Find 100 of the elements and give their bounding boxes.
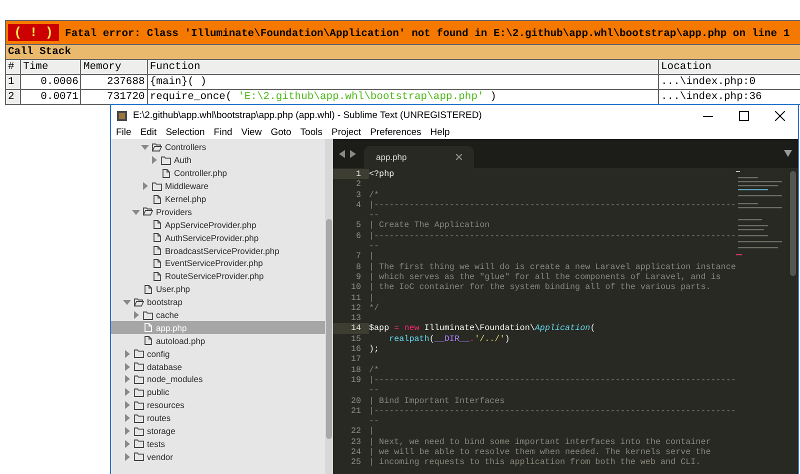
file-icon	[161, 168, 171, 178]
menu-item[interactable]: Edit	[140, 127, 157, 138]
tree-item[interactable]: resources	[111, 398, 325, 412]
code-line: |------------------------------------------------------------------------	[369, 230, 736, 242]
right-arrow-icon[interactable]	[349, 150, 356, 158]
tree-item[interactable]: public	[111, 386, 325, 399]
code-line: |------------------------------------------------------------------------	[369, 406, 736, 416]
file-tab[interactable]: app.php	[364, 146, 474, 168]
line-number: 23	[350, 436, 362, 448]
code-line: /*	[369, 190, 380, 200]
line-number: 9	[354, 272, 362, 282]
scrollbar[interactable]	[325, 139, 333, 474]
tree-item[interactable]: bootstrap	[111, 296, 325, 309]
line-number: 10	[350, 282, 362, 293]
line-number: 1	[333, 169, 369, 180]
menu-item[interactable]: Preferences	[370, 127, 422, 138]
tree-item[interactable]: routes	[111, 412, 325, 425]
line-number: 21	[350, 406, 362, 416]
tree-item[interactable]: RouteServiceProvider.php	[111, 270, 325, 283]
tree-item[interactable]: tests	[111, 437, 325, 450]
tree-item[interactable]: cache	[111, 308, 325, 322]
tree-item[interactable]: database	[111, 360, 325, 374]
menu-item[interactable]: Selection	[166, 127, 205, 138]
line-number: 7	[354, 251, 362, 262]
menu-item[interactable]: Project	[331, 127, 362, 138]
file-icon	[152, 272, 162, 281]
code-line: | The first thing we will do is create a new Laravel application instance	[369, 262, 736, 272]
caret-down-icon[interactable]	[132, 208, 140, 216]
tree-item[interactable]: vendor	[111, 450, 325, 464]
column-header: Memory	[80, 60, 148, 74]
code-line: |------------------------------------------------------------------------	[369, 200, 736, 210]
caret-right-icon[interactable]	[141, 182, 149, 190]
tree-item[interactable]: Providers	[111, 205, 325, 218]
menu-item[interactable]: Find	[214, 127, 232, 138]
code-line: <?php	[369, 169, 394, 180]
file-icon	[143, 336, 153, 346]
caret-right-icon[interactable]	[132, 311, 140, 320]
caret-down-icon[interactable]	[141, 143, 149, 152]
menu-item[interactable]: Tools	[300, 127, 322, 138]
code-line: | we will be able to resolve them when needed. The kernels serve the	[369, 447, 711, 458]
tree-item[interactable]: AuthServiceProvider.php	[111, 231, 325, 244]
code-line: | the IoC container for the system binding all of the various parts.	[369, 282, 711, 293]
tree-item[interactable]: storage	[111, 424, 325, 438]
column-header: Location	[658, 60, 800, 74]
code-line: |------------------------------------------------------------------------	[369, 374, 736, 386]
caret-down-icon[interactable]	[123, 298, 131, 306]
close-icon[interactable]	[456, 154, 462, 160]
line-number: 13	[350, 313, 362, 324]
code-line: --	[369, 241, 380, 252]
line-number: 24	[350, 447, 362, 458]
error-badge: ( ! )	[8, 24, 60, 41]
line-number: 4	[354, 200, 362, 210]
table-cell: ...\index.php:0	[658, 74, 800, 90]
code-line: | which serves as the "glue" for all the components of Laravel, and is	[369, 272, 721, 282]
tree-item[interactable]: Middleware	[111, 180, 325, 193]
code-line: | Create The Application	[369, 220, 490, 231]
left-arrow-icon[interactable]	[339, 150, 346, 158]
file-icon	[152, 258, 162, 268]
column-header: Function	[147, 60, 658, 74]
folder-icon	[152, 182, 162, 191]
tree-item[interactable]: EventServiceProvider.php	[111, 257, 325, 270]
tree-item[interactable]: config	[111, 347, 325, 360]
menu-item[interactable]: Goto	[270, 127, 292, 138]
line-number: 22	[350, 426, 362, 437]
tree-item[interactable]: Auth	[111, 154, 325, 167]
file-icon	[143, 323, 153, 332]
folder-icon	[161, 156, 171, 165]
caret-down-icon[interactable]	[784, 150, 792, 157]
tree-item[interactable]: Kernel.php	[111, 192, 325, 206]
code-line: --	[369, 210, 380, 220]
code-line: | incoming requests to this application from both the web and CLI.	[369, 457, 701, 468]
table-cell: {main}( )	[147, 74, 658, 90]
table-cell: 1	[6, 74, 21, 90]
tree-item[interactable]: Controller.php	[111, 166, 325, 180]
line-number: 19	[350, 374, 362, 386]
code-line: --	[369, 416, 380, 426]
column-header: #	[6, 60, 21, 74]
code-line: | Next, we need to bind some important interfaces into the container	[369, 436, 711, 448]
caret-right-icon[interactable]	[150, 156, 158, 164]
open-folder-icon	[152, 142, 162, 152]
table-cell: 0.0071	[20, 90, 81, 104]
line-number: 3	[354, 190, 362, 200]
tree-item[interactable]: Controllers	[111, 141, 325, 154]
file-icon	[143, 284, 153, 294]
tree-item[interactable]: AppServiceProvider.php	[111, 218, 325, 232]
table-cell: 0.0006	[20, 74, 81, 90]
tree-item[interactable]: autoload.php	[111, 334, 325, 348]
file-icon	[152, 233, 162, 242]
table-cell: 2	[6, 90, 21, 104]
line-number: 11	[350, 292, 362, 303]
menu-item[interactable]: View	[241, 127, 262, 138]
tree-item[interactable]: node_modules	[111, 373, 325, 386]
menu-item[interactable]: Help	[430, 127, 450, 138]
menu-item[interactable]: File	[116, 127, 132, 138]
tree-item[interactable]: User.php	[111, 282, 325, 296]
line-number: 25	[350, 457, 362, 468]
line-number: 18	[350, 364, 362, 375]
tree-item[interactable]: BroadcastServiceProvider.php	[111, 244, 325, 258]
code-line: |	[369, 251, 374, 262]
code-line: |	[369, 292, 374, 303]
